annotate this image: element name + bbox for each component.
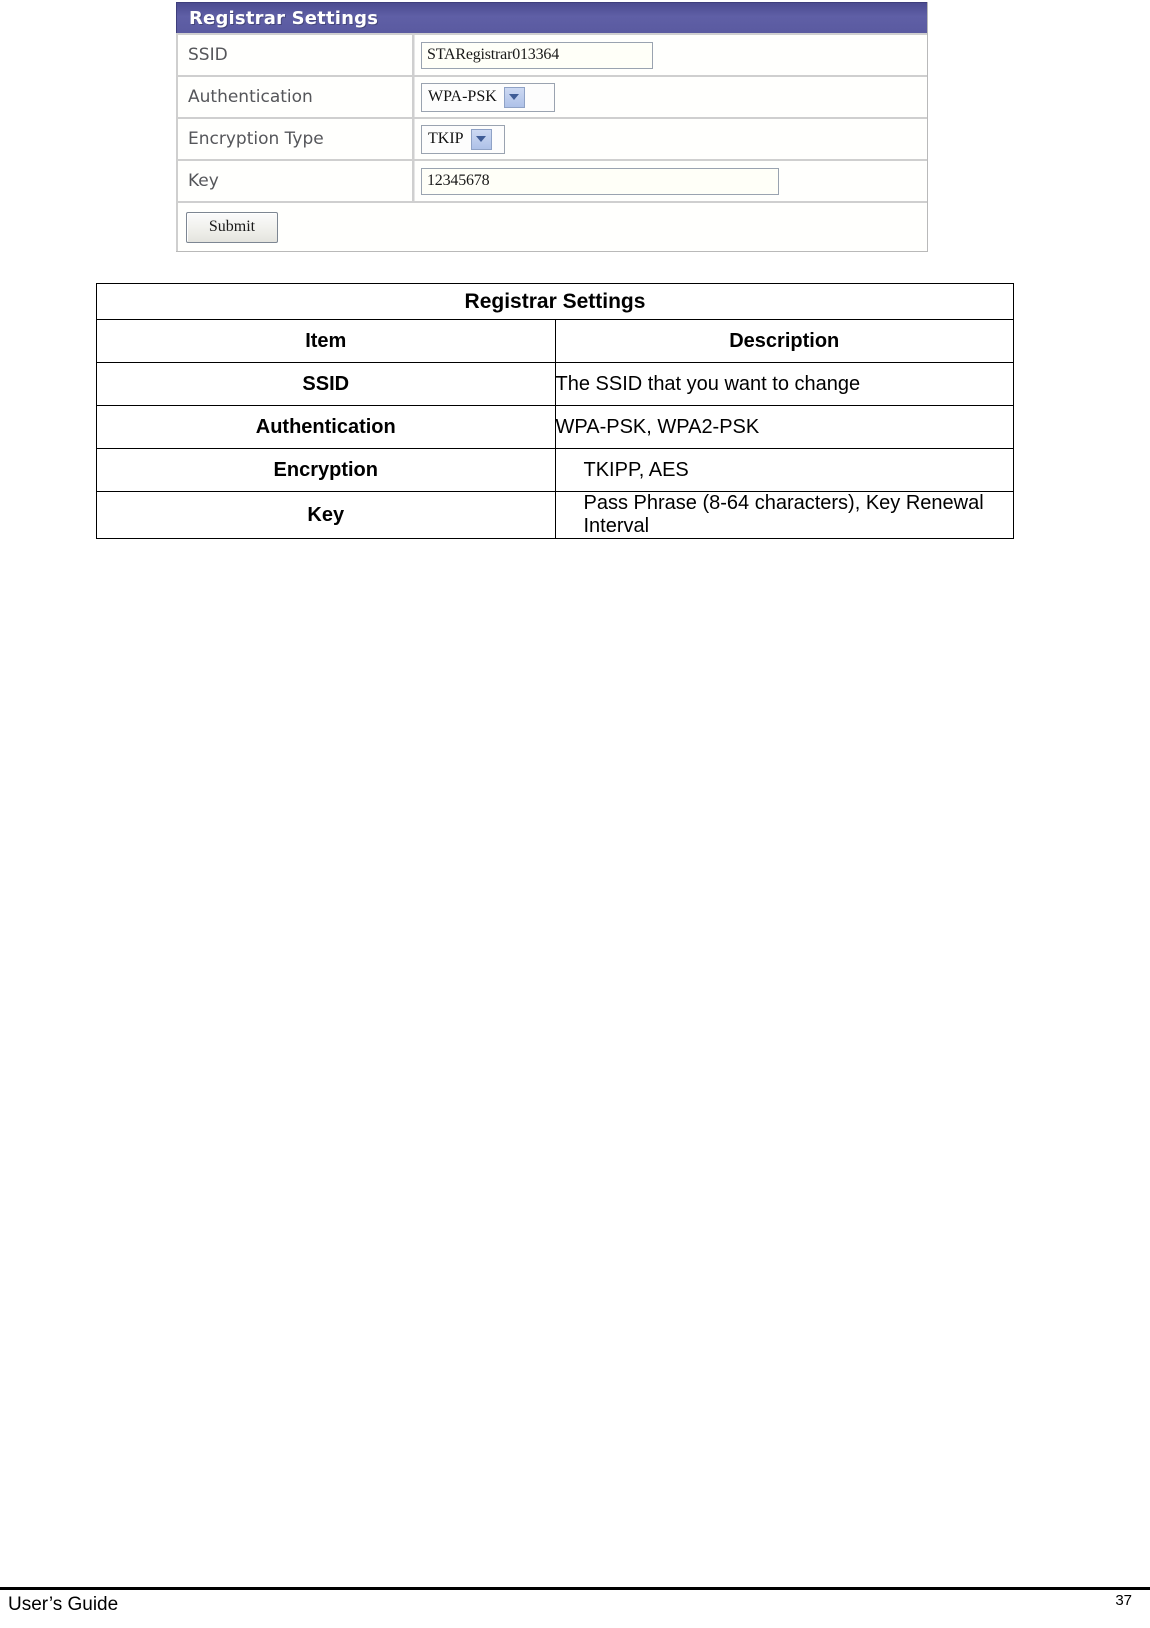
row-item-ssid: SSID [96,362,556,406]
ssid-input[interactable]: STARegistrar013364 [421,41,653,69]
column-header-item: Item [96,319,556,363]
footer-divider [0,1587,1150,1590]
label-encryption-type: Encryption Type [176,119,414,159]
form-row-key: Key 12345678 [176,159,927,201]
field-key: 12345678 [414,161,927,201]
key-input[interactable]: 12345678 [421,167,779,195]
chevron-down-icon[interactable] [503,86,525,108]
registrar-settings-title-text: Registrar Settings [189,7,379,29]
field-encryption-type: TKIP [414,119,927,159]
table-row: SSID The SSID that you want to change [96,362,1014,406]
table-row: Authentication WPA-PSK, WPA2-PSK [96,405,1014,449]
label-ssid: SSID [176,35,414,75]
authentication-select[interactable]: WPA-PSK [421,82,555,112]
row-item-encryption: Encryption [96,448,556,492]
footer-page-number: 37 [1115,1592,1132,1609]
registrar-settings-description-table: Registrar Settings Item Description SSID… [96,283,1014,539]
row-item-authentication: Authentication [96,405,556,449]
submit-button[interactable]: Submit [186,211,278,243]
column-header-description: Description [554,319,1014,363]
row-description-key: Pass Phrase (8-64 characters), Key Renew… [554,491,1014,539]
field-ssid: STARegistrar013364 [414,35,927,75]
encryption-type-select[interactable]: TKIP [421,124,505,154]
form-row-authentication: Authentication WPA-PSK [176,75,927,117]
table-title-row: Registrar Settings [96,283,1014,320]
encryption-type-select-value: TKIP [428,130,464,147]
row-description-authentication: WPA-PSK, WPA2-PSK [554,405,1014,449]
form-row-ssid: SSID STARegistrar013364 [176,33,927,75]
row-description-encryption: TKIPP, AES [554,448,1014,492]
registrar-settings-titlebar: Registrar Settings [176,2,927,33]
table-row: Encryption TKIPP, AES [96,448,1014,492]
chevron-down-icon[interactable] [470,128,492,150]
table-header-row: Item Description [96,319,1014,363]
field-authentication: WPA-PSK [414,77,927,117]
footer-document-name: User’s Guide [8,1594,119,1615]
form-row-encryption-type: Encryption Type TKIP [176,117,927,159]
authentication-select-value: WPA-PSK [428,88,497,105]
row-description-ssid: The SSID that you want to change [554,362,1014,406]
label-authentication: Authentication [176,77,414,117]
table-title: Registrar Settings [96,283,1014,320]
label-key: Key [176,161,414,201]
table-row: Key Pass Phrase (8-64 characters), Key R… [96,491,1014,539]
row-item-key: Key [96,491,556,539]
registrar-settings-screenshot: Registrar Settings SSID STARegistrar0133… [176,2,928,252]
form-row-submit: Submit [176,201,927,251]
